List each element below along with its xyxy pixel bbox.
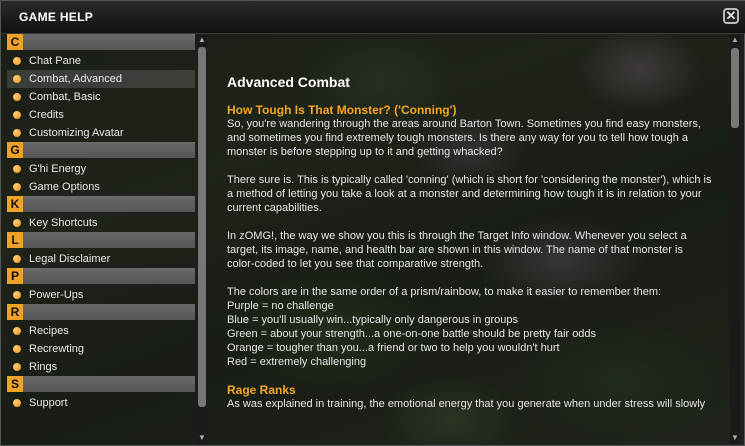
text-line: As was explained in training, the emotio… [227, 398, 706, 410]
topic-item[interactable]: Power-Ups [7, 286, 195, 304]
section-header-r: R [7, 304, 195, 320]
text-line: monster is before stepping up to it and … [227, 146, 503, 158]
topic-label: Chat Pane [29, 55, 81, 67]
section-letter: C [7, 34, 23, 50]
paragraph-3: In zOMG!, the way we show you this is th… [227, 229, 723, 271]
bullet-icon [13, 255, 21, 263]
title-bar[interactable]: GAME HELP ✕ [1, 1, 745, 34]
topic-item[interactable]: Legal Disclaimer [7, 250, 195, 268]
bullet-icon [13, 183, 21, 191]
bullet-icon [13, 111, 21, 119]
section-letter: K [7, 196, 23, 212]
topic-label: Credits [29, 109, 64, 121]
section-header-s: S [7, 376, 195, 392]
text-line: So, you're wandering through the areas a… [227, 118, 701, 130]
topic-label: Customizing Avatar [29, 127, 124, 139]
topic-label: Legal Disclaimer [29, 253, 111, 265]
topic-item[interactable]: Recrewting [7, 340, 195, 358]
topic-item[interactable]: Recipes [7, 322, 195, 340]
section-heading-rage-ranks: Rage Ranks [227, 383, 296, 397]
bullet-icon [13, 327, 21, 335]
window-title: GAME HELP [19, 10, 94, 24]
paragraph-5: As was explained in training, the emotio… [227, 397, 723, 411]
text-line: There sure is. This is typically called … [227, 174, 712, 186]
topic-label: Support [29, 397, 68, 409]
bullet-icon [13, 165, 21, 173]
color-legend-orange: Orange = tougher than you...a friend or … [227, 342, 560, 354]
topic-item[interactable]: Chat Pane [7, 52, 195, 70]
topic-label: Combat, Advanced [29, 73, 122, 85]
section-letter: R [7, 304, 23, 320]
section-letter: G [7, 142, 23, 158]
topic-item[interactable]: Combat, Basic [7, 88, 195, 106]
topic-label: Recipes [29, 325, 69, 337]
text-line: and sometimes you find extremely tough m… [227, 132, 689, 144]
bullet-icon [13, 219, 21, 227]
color-legend-red: Red = extremely challenging [227, 356, 367, 368]
section-header-l: L [7, 232, 195, 248]
topic-label: Rings [29, 361, 58, 373]
section-heading-conning: How Tough Is That Monster? ('Conning') [227, 103, 457, 117]
topic-list-scrollbar[interactable]: ▲ ▼ [197, 35, 207, 443]
article-scrollbar[interactable]: ▲ ▼ [730, 35, 740, 443]
text-line: a method of letting you take a look at a… [227, 188, 702, 200]
close-button[interactable]: ✕ [723, 8, 739, 24]
color-legend-green: Green = about your strength...a one-on-o… [227, 328, 597, 340]
section-letter: P [7, 268, 23, 284]
section-letter: L [7, 232, 23, 248]
topic-label: Combat, Basic [29, 91, 101, 103]
text-line: The colors are in the same order of a pr… [227, 286, 662, 298]
bullet-icon [13, 345, 21, 353]
scroll-down-arrow-icon[interactable]: ▼ [197, 433, 207, 443]
paragraph-2: There sure is. This is typically called … [227, 173, 723, 215]
text-line: target, its image, name, and health bar … [227, 244, 683, 256]
bullet-icon [13, 93, 21, 101]
topic-item[interactable]: G'hi Energy [7, 160, 195, 178]
bullet-icon [13, 75, 21, 83]
topic-label: Key Shortcuts [29, 217, 98, 229]
section-letter: S [7, 376, 23, 392]
scroll-down-arrow-icon[interactable]: ▼ [730, 433, 740, 443]
topic-item[interactable]: Customizing Avatar [7, 124, 195, 142]
color-legend-blue: Blue = you'll usually win...typically on… [227, 314, 519, 326]
help-window: GAME HELP ✕ C Chat Pane Combat, Advanced Co… [0, 0, 745, 446]
topic-list: C Chat Pane Combat, Advanced Combat, Basic C… [7, 34, 195, 442]
topic-item[interactable]: Key Shortcuts [7, 214, 195, 232]
bullet-icon [13, 399, 21, 407]
bullet-icon [13, 129, 21, 137]
section-header-k: K [7, 196, 195, 212]
topic-label: Power-Ups [29, 289, 84, 301]
topic-item[interactable]: Rings [7, 358, 195, 376]
scroll-up-arrow-icon[interactable]: ▲ [730, 35, 740, 45]
bullet-icon [13, 291, 21, 299]
scroll-thumb[interactable] [198, 47, 206, 407]
color-legend-purple: Purple = no challenge [227, 300, 334, 312]
bullet-icon [13, 363, 21, 371]
scroll-up-arrow-icon[interactable]: ▲ [197, 35, 207, 45]
topic-label: Game Options [29, 181, 100, 193]
topic-item[interactable]: Support [7, 394, 195, 412]
topic-item[interactable]: Credits [7, 106, 195, 124]
scroll-thumb[interactable] [731, 48, 739, 128]
text-line: color-coded to let you see that comparat… [227, 258, 484, 270]
paragraph-4: The colors are in the same order of a pr… [227, 285, 723, 369]
text-line: current capabilities. [227, 202, 322, 214]
article-title: Advanced Combat [227, 75, 350, 90]
topic-item[interactable]: Combat, Advanced [7, 70, 195, 88]
text-line: In zOMG!, the way we show you this is th… [227, 230, 687, 242]
bullet-icon [13, 57, 21, 65]
section-header-g: G [7, 142, 195, 158]
topic-label: G'hi Energy [29, 163, 87, 175]
section-header-p: P [7, 268, 195, 284]
paragraph-1: So, you're wandering through the areas a… [227, 117, 723, 159]
topic-item[interactable]: Game Options [7, 178, 195, 196]
topic-label: Recrewting [29, 343, 85, 355]
section-header-c: C [7, 34, 195, 50]
article-content: Advanced Combat How Tough Is That Monste… [227, 75, 723, 437]
